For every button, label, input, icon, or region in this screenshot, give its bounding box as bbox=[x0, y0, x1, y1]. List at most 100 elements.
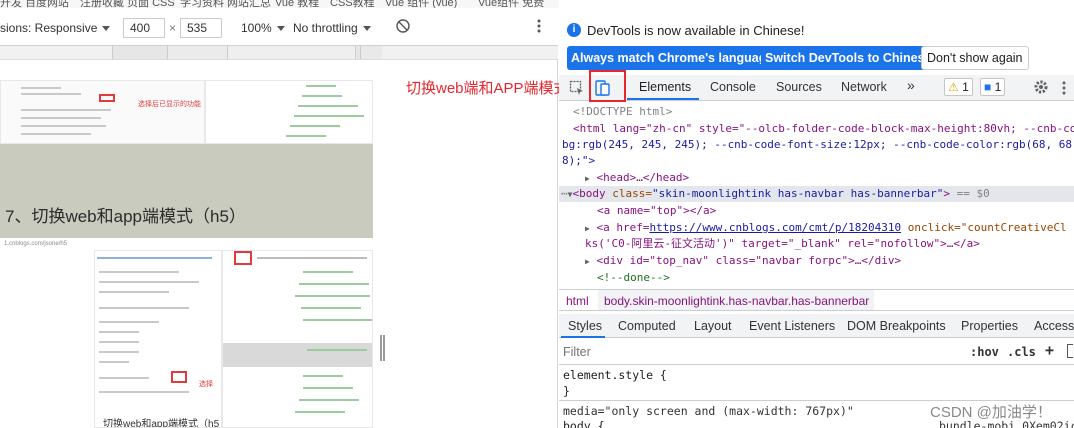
html-node-cont: bg:rgb(245, 245, 245); --cnb-code-font-s… bbox=[562, 137, 1074, 153]
more-options-icon[interactable] bbox=[536, 18, 542, 37]
comment-node[interactable]: <!--done--> bbox=[597, 270, 670, 286]
dimensions-dropdown[interactable]: sions: Responsive bbox=[0, 21, 111, 35]
ruler-segment[interactable] bbox=[360, 46, 382, 59]
more-tabs-icon[interactable]: » bbox=[907, 77, 915, 93]
anchor-top-node[interactable]: <a name="top"></a> bbox=[597, 203, 716, 219]
html-style-end: 8);"> bbox=[562, 154, 596, 167]
body-rule[interactable]: body { bbox=[563, 418, 605, 428]
body-node-selected[interactable]: ⋯▼<body class="skin-moonlightink has-nav… bbox=[559, 186, 1074, 202]
dimension-separator: × bbox=[169, 21, 177, 35]
selected-marker: == $0 bbox=[956, 187, 990, 200]
inspect-icon[interactable] bbox=[569, 80, 585, 99]
zoom-dropdown[interactable]: 100% bbox=[241, 21, 285, 35]
throttle-dropdown[interactable]: No throttling bbox=[293, 21, 371, 35]
bookmark-item[interactable]: Vue 组件 (vue) bbox=[385, 0, 457, 8]
match-language-button[interactable]: Always match Chrome's language bbox=[567, 46, 778, 70]
ellipsis-icon[interactable]: ⋯ bbox=[561, 187, 568, 200]
tab-layout[interactable]: Layout bbox=[694, 319, 732, 333]
styles-subtabbar: Styles Computed Layout Event Listeners D… bbox=[559, 314, 1074, 338]
emulated-page[interactable]: 选择后已显示的功能 7、切换web和app端模式（h5） 1.cnblogs.c… bbox=[0, 60, 558, 428]
ruler-segment[interactable] bbox=[112, 46, 167, 59]
styles-filter-input[interactable] bbox=[563, 343, 953, 361]
device-toggle-highlight bbox=[589, 70, 626, 102]
expand-triangle-icon[interactable]: ▶ bbox=[585, 224, 590, 233]
screenshot-note: 选择 bbox=[199, 381, 213, 388]
media-query-ruler[interactable] bbox=[0, 46, 558, 60]
class-toggle[interactable]: .cls bbox=[1007, 345, 1036, 359]
ruler-segment[interactable] bbox=[227, 46, 355, 59]
infobar-message: DevTools is now available in Chinese! bbox=[587, 23, 805, 38]
active-subtab-indicator bbox=[561, 336, 605, 338]
width-input[interactable]: 400 bbox=[123, 18, 165, 38]
warnings-count: 1 bbox=[962, 80, 969, 94]
body-class-value: "skin-moonlightink has-navbar has-banner… bbox=[651, 187, 944, 200]
resize-handle[interactable] bbox=[380, 335, 385, 361]
body-tag: <body bbox=[572, 187, 606, 200]
dismiss-infobar-button[interactable]: Don't show again bbox=[921, 46, 1029, 70]
watermark-text: CSDN @加油学！ bbox=[930, 404, 1052, 421]
warnings-badge[interactable]: ⚠ 1 bbox=[944, 78, 973, 96]
screenshot-caption: 切换web和app端模式（h5 bbox=[103, 419, 220, 428]
add-rule-icon[interactable]: + bbox=[1045, 341, 1054, 359]
chevron-down-icon bbox=[362, 26, 371, 32]
bookmark-item[interactable]: 学习资料 网站汇总 bbox=[180, 0, 271, 8]
doctype-node[interactable]: <!DOCTYPE html> bbox=[573, 104, 672, 120]
bookmark-item[interactable]: Vue 教程 bbox=[275, 0, 319, 8]
devtools-menu-icon[interactable] bbox=[1061, 80, 1067, 99]
bookmark-item[interactable]: CSS教程 bbox=[330, 0, 375, 8]
anchor-href-link[interactable]: https://www.cnblogs.com/cmt/p/18204310 bbox=[649, 221, 901, 234]
devtools-panel: i DevTools is now available in Chinese! … bbox=[559, 0, 1074, 428]
bookmark-item[interactable]: 注册收藏 页面 CSS bbox=[80, 0, 175, 8]
device-toolbar: sions: Responsive 400 × 535 100% No thro… bbox=[0, 8, 558, 46]
bookmark-item[interactable]: Vue组件 免费 bbox=[478, 0, 544, 8]
tab-accessibility[interactable]: Accessi bbox=[1034, 319, 1074, 333]
page-heading: 7、切换web和app端模式（h5） bbox=[5, 207, 246, 226]
language-infobar: i DevTools is now available in Chinese! … bbox=[559, 15, 1074, 75]
topnav-node[interactable]: ▶ <div id="top_nav" class="navbar forpc"… bbox=[585, 253, 901, 269]
sidebar-toggle-icon[interactable] bbox=[1067, 344, 1073, 358]
chevron-down-icon bbox=[276, 26, 285, 32]
active-tab-indicator bbox=[627, 98, 699, 100]
rotate-icon[interactable] bbox=[395, 18, 411, 37]
tab-event-listeners[interactable]: Event Listeners bbox=[749, 319, 835, 333]
media-query-text: media="only screen and (max-width: 767px… bbox=[563, 404, 854, 418]
html-node[interactable]: <html lang="zh-cn" style="--olcb-folder-… bbox=[573, 121, 1074, 137]
gear-icon[interactable] bbox=[1033, 79, 1049, 98]
body-class-attr: class= bbox=[612, 187, 652, 200]
element-style-close: } bbox=[563, 384, 570, 398]
element-style-rule[interactable]: element.style { bbox=[563, 367, 667, 383]
throttle-label: No throttling bbox=[293, 21, 358, 35]
tab-network[interactable]: Network bbox=[841, 80, 887, 94]
tab-elements[interactable]: Elements bbox=[639, 80, 691, 94]
warning-icon: ⚠ bbox=[948, 80, 959, 94]
expand-triangle-icon[interactable]: ▶ bbox=[585, 257, 590, 266]
code-screenshot-top bbox=[205, 80, 373, 144]
tab-dom-breakpoints[interactable]: DOM Breakpoints bbox=[847, 319, 946, 333]
bookmark-bar: 开发 百度网站 注册收藏 页面 CSS 学习资料 网站汇总 Vue 教程 CSS… bbox=[0, 0, 560, 8]
tab-console[interactable]: Console bbox=[710, 80, 756, 94]
ruler-segment[interactable] bbox=[167, 46, 227, 59]
tab-computed[interactable]: Computed bbox=[618, 319, 676, 333]
html-style-text: bg:rgb(245, 245, 245); --cnb-code-font-s… bbox=[562, 138, 1074, 151]
dom-tree[interactable]: <!DOCTYPE html> <html lang="zh-cn" style… bbox=[559, 102, 1074, 288]
height-input[interactable]: 535 bbox=[180, 18, 222, 38]
highlight-box bbox=[171, 371, 187, 383]
breadcrumb-body[interactable]: body.skin-moonlightink.has-navbar.has-ba… bbox=[604, 294, 869, 308]
highlight-box bbox=[99, 94, 115, 102]
messages-badge[interactable]: ■ 1 bbox=[980, 78, 1006, 96]
head-node[interactable]: ▶ <head>…</head> bbox=[585, 170, 689, 186]
tab-styles[interactable]: Styles bbox=[568, 319, 602, 333]
message-icon: ■ bbox=[984, 80, 992, 94]
page-screenshot-top: 选择后已显示的功能 bbox=[0, 80, 205, 144]
tab-properties[interactable]: Properties bbox=[961, 319, 1018, 333]
page-screenshot-bottom: 选择 切换web和app端模式（h5 bbox=[94, 250, 222, 428]
expand-triangle-icon[interactable]: ▶ bbox=[585, 174, 590, 183]
hover-state-toggle[interactable]: :hov bbox=[970, 345, 999, 359]
breadcrumb-html[interactable]: html bbox=[566, 294, 589, 308]
info-icon: i bbox=[567, 23, 581, 37]
anchor-link-node[interactable]: ▶ <a href=https://www.cnblogs.com/cmt/p/… bbox=[585, 220, 1067, 236]
screenshot-note: 选择后已显示的功能 bbox=[138, 101, 201, 108]
bookmark-item[interactable]: 开发 百度网站 bbox=[0, 0, 69, 8]
tab-sources[interactable]: Sources bbox=[776, 80, 822, 94]
switch-chinese-button[interactable]: Switch DevTools to Chinese bbox=[761, 46, 936, 70]
